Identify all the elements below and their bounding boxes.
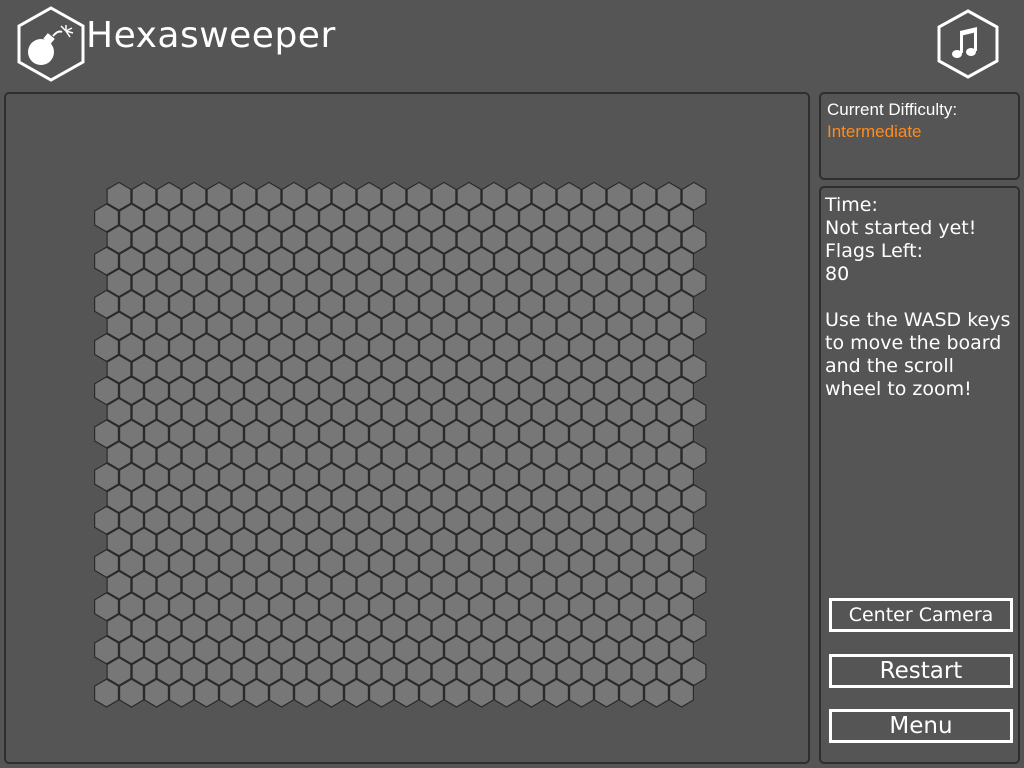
difficulty-panel: Current Difficulty: Intermediate [819, 92, 1020, 180]
music-note-icon [952, 27, 977, 58]
controls-hint: Use the WASD keys to move the board and … [825, 309, 1011, 400]
flags-value: 80 [825, 263, 850, 285]
music-toggle-button[interactable] [936, 9, 1000, 79]
hex-board[interactable] [92, 180, 708, 708]
difficulty-label: Current Difficulty: [827, 100, 958, 119]
game-board-panel [4, 92, 810, 764]
restart-button[interactable]: Restart [829, 654, 1013, 688]
app-title: Hexasweeper [86, 15, 336, 56]
logo-bomb-icon [17, 6, 85, 82]
time-value: Not started yet! [825, 217, 977, 239]
status-panel: Time: Not started yet! Flags Left: 80 Us… [819, 186, 1020, 764]
menu-button[interactable]: Menu [829, 709, 1013, 743]
time-label: Time: [825, 194, 878, 216]
difficulty-value: Intermediate [827, 122, 922, 141]
flags-label: Flags Left: [825, 240, 923, 262]
center-camera-button[interactable]: Center Camera [829, 598, 1013, 632]
